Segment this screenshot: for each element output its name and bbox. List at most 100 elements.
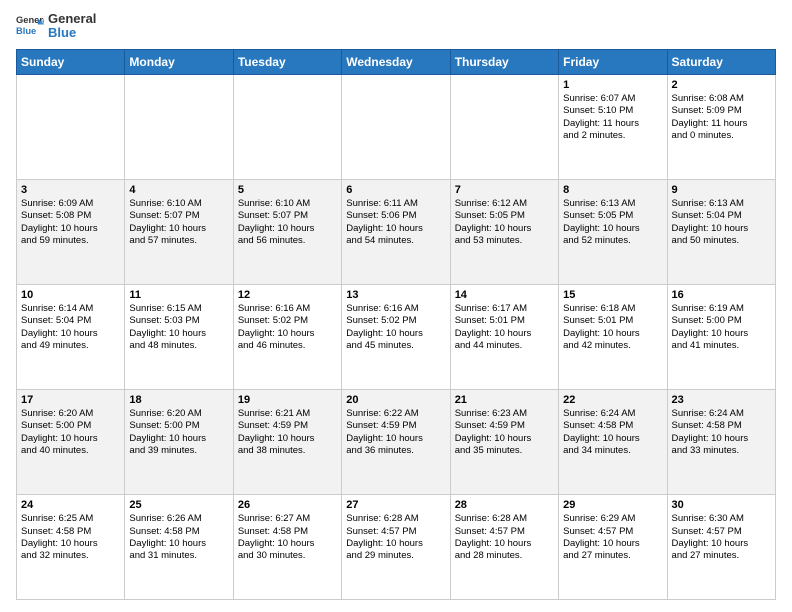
day-cell-1: 1Sunrise: 6:07 AMSunset: 5:10 PMDaylight… (559, 74, 667, 179)
day-info: Sunset: 5:00 PM (672, 315, 771, 327)
day-info: Sunrise: 6:27 AM (238, 513, 337, 525)
day-info: Sunrise: 6:10 AM (129, 198, 228, 210)
day-cell-17: 17Sunrise: 6:20 AMSunset: 5:00 PMDayligh… (17, 389, 125, 494)
day-info: Sunset: 4:57 PM (346, 526, 445, 538)
day-info: and 49 minutes. (21, 340, 120, 352)
col-header-sunday: Sunday (17, 49, 125, 74)
day-number: 21 (455, 393, 554, 407)
day-cell-15: 15Sunrise: 6:18 AMSunset: 5:01 PMDayligh… (559, 284, 667, 389)
empty-cell (342, 74, 450, 179)
week-row-4: 17Sunrise: 6:20 AMSunset: 5:00 PMDayligh… (17, 389, 776, 494)
calendar-table: SundayMondayTuesdayWednesdayThursdayFrid… (16, 49, 776, 600)
day-cell-29: 29Sunrise: 6:29 AMSunset: 4:57 PMDayligh… (559, 494, 667, 599)
week-row-5: 24Sunrise: 6:25 AMSunset: 4:58 PMDayligh… (17, 494, 776, 599)
day-info: Sunrise: 6:28 AM (346, 513, 445, 525)
day-info: Daylight: 10 hours (129, 538, 228, 550)
day-info: Sunset: 5:05 PM (455, 210, 554, 222)
day-cell-26: 26Sunrise: 6:27 AMSunset: 4:58 PMDayligh… (233, 494, 341, 599)
day-info: Sunrise: 6:19 AM (672, 303, 771, 315)
day-info: Sunset: 5:07 PM (238, 210, 337, 222)
day-info: and 41 minutes. (672, 340, 771, 352)
day-info: Sunset: 5:02 PM (346, 315, 445, 327)
day-cell-16: 16Sunrise: 6:19 AMSunset: 5:00 PMDayligh… (667, 284, 775, 389)
day-info: Daylight: 10 hours (563, 223, 662, 235)
day-number: 30 (672, 498, 771, 512)
day-cell-25: 25Sunrise: 6:26 AMSunset: 4:58 PMDayligh… (125, 494, 233, 599)
day-cell-24: 24Sunrise: 6:25 AMSunset: 4:58 PMDayligh… (17, 494, 125, 599)
day-info: Sunrise: 6:17 AM (455, 303, 554, 315)
day-number: 28 (455, 498, 554, 512)
day-info: Sunset: 5:06 PM (346, 210, 445, 222)
day-cell-7: 7Sunrise: 6:12 AMSunset: 5:05 PMDaylight… (450, 179, 558, 284)
col-header-wednesday: Wednesday (342, 49, 450, 74)
day-cell-9: 9Sunrise: 6:13 AMSunset: 5:04 PMDaylight… (667, 179, 775, 284)
day-info: and 0 minutes. (672, 130, 771, 142)
week-row-3: 10Sunrise: 6:14 AMSunset: 5:04 PMDayligh… (17, 284, 776, 389)
day-info: Daylight: 10 hours (672, 538, 771, 550)
day-cell-2: 2Sunrise: 6:08 AMSunset: 5:09 PMDaylight… (667, 74, 775, 179)
day-info: Sunrise: 6:28 AM (455, 513, 554, 525)
day-info: Daylight: 10 hours (21, 328, 120, 340)
day-info: and 59 minutes. (21, 235, 120, 247)
day-number: 19 (238, 393, 337, 407)
calendar-header-row: SundayMondayTuesdayWednesdayThursdayFrid… (17, 49, 776, 74)
day-info: Daylight: 11 hours (563, 118, 662, 130)
day-cell-5: 5Sunrise: 6:10 AMSunset: 5:07 PMDaylight… (233, 179, 341, 284)
day-info: Sunset: 5:07 PM (129, 210, 228, 222)
day-info: Sunrise: 6:18 AM (563, 303, 662, 315)
day-info: Daylight: 10 hours (346, 433, 445, 445)
day-cell-4: 4Sunrise: 6:10 AMSunset: 5:07 PMDaylight… (125, 179, 233, 284)
day-info: Daylight: 10 hours (455, 328, 554, 340)
day-info: Sunset: 4:57 PM (455, 526, 554, 538)
day-info: Daylight: 10 hours (455, 538, 554, 550)
day-number: 4 (129, 183, 228, 197)
day-info: and 27 minutes. (672, 550, 771, 562)
day-info: Sunset: 5:03 PM (129, 315, 228, 327)
day-info: and 35 minutes. (455, 445, 554, 457)
day-number: 15 (563, 288, 662, 302)
logo: General Blue General Blue (16, 12, 96, 41)
day-info: Sunset: 5:00 PM (129, 420, 228, 432)
day-info: Daylight: 10 hours (346, 223, 445, 235)
day-info: Sunset: 4:58 PM (129, 526, 228, 538)
day-info: Daylight: 10 hours (672, 433, 771, 445)
day-info: Sunrise: 6:29 AM (563, 513, 662, 525)
col-header-tuesday: Tuesday (233, 49, 341, 74)
day-info: Daylight: 10 hours (346, 328, 445, 340)
day-info: Sunrise: 6:13 AM (672, 198, 771, 210)
day-cell-14: 14Sunrise: 6:17 AMSunset: 5:01 PMDayligh… (450, 284, 558, 389)
day-info: and 40 minutes. (21, 445, 120, 457)
day-info: Daylight: 10 hours (563, 433, 662, 445)
day-cell-10: 10Sunrise: 6:14 AMSunset: 5:04 PMDayligh… (17, 284, 125, 389)
day-info: Sunrise: 6:11 AM (346, 198, 445, 210)
day-info: Sunset: 5:08 PM (21, 210, 120, 222)
day-info: Sunrise: 6:07 AM (563, 93, 662, 105)
day-info: Sunset: 4:57 PM (672, 526, 771, 538)
day-info: and 31 minutes. (129, 550, 228, 562)
day-number: 5 (238, 183, 337, 197)
day-info: Sunrise: 6:21 AM (238, 408, 337, 420)
day-info: and 39 minutes. (129, 445, 228, 457)
day-cell-18: 18Sunrise: 6:20 AMSunset: 5:00 PMDayligh… (125, 389, 233, 494)
day-info: and 29 minutes. (346, 550, 445, 562)
day-info: Sunrise: 6:13 AM (563, 198, 662, 210)
day-info: Sunset: 4:58 PM (21, 526, 120, 538)
day-info: Sunrise: 6:25 AM (21, 513, 120, 525)
day-info: Daylight: 10 hours (21, 223, 120, 235)
day-info: Sunset: 5:05 PM (563, 210, 662, 222)
day-info: Daylight: 10 hours (455, 223, 554, 235)
day-info: Sunrise: 6:20 AM (129, 408, 228, 420)
day-number: 7 (455, 183, 554, 197)
day-info: Daylight: 10 hours (129, 223, 228, 235)
day-number: 1 (563, 78, 662, 92)
day-info: Daylight: 10 hours (563, 328, 662, 340)
day-cell-23: 23Sunrise: 6:24 AMSunset: 4:58 PMDayligh… (667, 389, 775, 494)
day-number: 3 (21, 183, 120, 197)
day-cell-8: 8Sunrise: 6:13 AMSunset: 5:05 PMDaylight… (559, 179, 667, 284)
day-info: and 34 minutes. (563, 445, 662, 457)
day-info: Sunrise: 6:26 AM (129, 513, 228, 525)
day-cell-19: 19Sunrise: 6:21 AMSunset: 4:59 PMDayligh… (233, 389, 341, 494)
day-cell-6: 6Sunrise: 6:11 AMSunset: 5:06 PMDaylight… (342, 179, 450, 284)
day-info: and 50 minutes. (672, 235, 771, 247)
day-info: Sunset: 4:59 PM (346, 420, 445, 432)
